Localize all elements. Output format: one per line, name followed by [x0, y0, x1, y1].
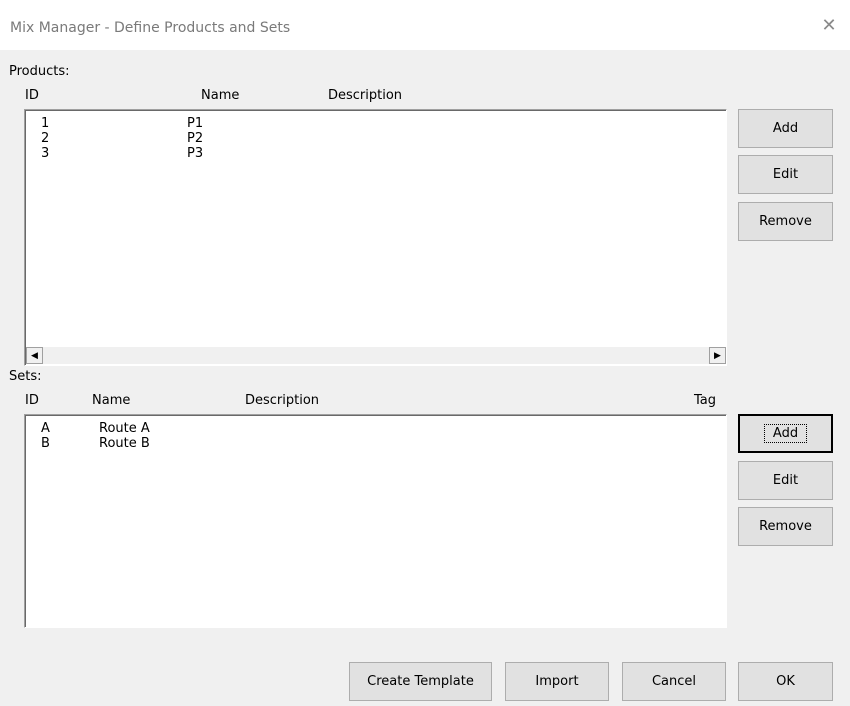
products-header-description[interactable]: Description [328, 88, 402, 103]
title-bar: Mix Manager - Define Products and Sets ✕ [0, 0, 850, 50]
product-name: P1 [187, 116, 204, 131]
products-add-button[interactable]: Add [738, 109, 833, 148]
close-button[interactable]: ✕ [808, 0, 850, 50]
set-id: A [41, 421, 50, 436]
product-id: 1 [41, 116, 50, 131]
products-header-id[interactable]: ID [25, 88, 39, 103]
list-item[interactable]: 3 P3 [25, 146, 725, 161]
close-icon: ✕ [821, 14, 837, 36]
arrow-left-icon: ◀ [31, 350, 38, 361]
product-name: P2 [187, 131, 204, 146]
products-remove-button[interactable]: Remove [738, 202, 833, 241]
sets-label: Sets: [9, 369, 42, 384]
sets-remove-button[interactable]: Remove [738, 507, 833, 546]
products-list[interactable]: 1 P1 2 P2 3 P3 ◀ ▶ [24, 109, 727, 366]
sets-header-description[interactable]: Description [245, 393, 319, 408]
sets-header-id[interactable]: ID [25, 393, 39, 408]
sets-header-tag[interactable]: Tag [694, 393, 716, 408]
products-horizontal-scrollbar[interactable]: ◀ ▶ [26, 347, 726, 364]
list-item[interactable]: 1 P1 [25, 116, 725, 131]
products-label: Products: [9, 64, 70, 79]
scroll-right-button[interactable]: ▶ [709, 347, 726, 364]
products-header-name[interactable]: Name [201, 88, 239, 103]
product-name: P3 [187, 146, 204, 161]
list-item[interactable]: 2 P2 [25, 131, 725, 146]
set-name: Route A [99, 421, 150, 436]
sets-list[interactable]: A Route A B Route B [24, 414, 727, 628]
create-template-button[interactable]: Create Template [349, 662, 492, 701]
scroll-left-button[interactable]: ◀ [26, 347, 43, 364]
set-id: B [41, 436, 50, 451]
products-edit-button[interactable]: Edit [738, 155, 833, 194]
product-id: 3 [41, 146, 50, 161]
list-item[interactable]: A Route A [25, 421, 725, 436]
sets-header-name[interactable]: Name [92, 393, 130, 408]
ok-button[interactable]: OK [738, 662, 833, 701]
product-id: 2 [41, 131, 50, 146]
list-item[interactable]: B Route B [25, 436, 725, 451]
sets-edit-button[interactable]: Edit [738, 461, 833, 500]
sets-add-button[interactable]: Add [738, 414, 833, 453]
arrow-right-icon: ▶ [714, 350, 721, 361]
sets-add-label: Add [763, 424, 808, 443]
cancel-button[interactable]: Cancel [622, 662, 726, 701]
window-title: Mix Manager - Define Products and Sets [10, 20, 291, 36]
set-name: Route B [99, 436, 150, 451]
mix-manager-dialog: Mix Manager - Define Products and Sets ✕… [0, 0, 850, 706]
import-button[interactable]: Import [505, 662, 609, 701]
